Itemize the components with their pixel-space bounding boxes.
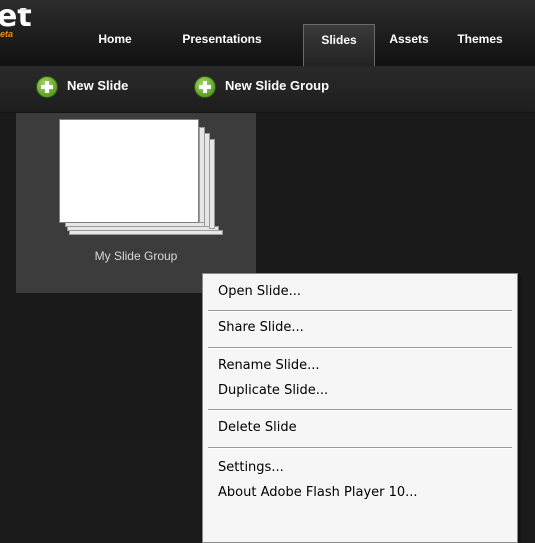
slide-group-label: My Slide Group bbox=[94, 249, 178, 263]
tab-presentations[interactable]: Presentations bbox=[155, 24, 289, 66]
menu-item-share-slide[interactable]: Share Slide... bbox=[218, 320, 304, 335]
tab-themes[interactable]: Themes bbox=[443, 24, 517, 66]
menu-separator bbox=[208, 447, 512, 449]
menu-separator bbox=[208, 310, 512, 312]
tab-home[interactable]: Home bbox=[75, 24, 155, 66]
menu-separator bbox=[208, 409, 512, 411]
stack-layer bbox=[69, 230, 223, 235]
slide-thumbnail[interactable] bbox=[59, 119, 199, 223]
new-slide-label: New Slide bbox=[67, 78, 129, 93]
new-slide-group-label: New Slide Group bbox=[225, 78, 330, 93]
menu-item-about-flash-player[interactable]: About Adobe Flash Player 10... bbox=[218, 485, 418, 500]
new-slide-group-button[interactable]: New Slide Group bbox=[194, 76, 374, 100]
tab-slides[interactable]: Slides bbox=[303, 24, 375, 66]
menu-item-open-slide[interactable]: Open Slide... bbox=[218, 284, 301, 299]
plus-circle-icon bbox=[36, 76, 58, 98]
plus-circle-icon bbox=[194, 76, 216, 98]
slides-workspace: My Slide Group Open Slide... Share Slide… bbox=[0, 113, 535, 543]
menu-item-duplicate-slide[interactable]: Duplicate Slide... bbox=[218, 383, 328, 398]
top-navigation-bar: et ™ eta Home Presentations Slides Asset… bbox=[0, 0, 535, 66]
slides-toolbar: New Slide New Slide Group bbox=[0, 66, 535, 113]
context-menu: Open Slide... Share Slide... Rename Slid… bbox=[202, 273, 518, 543]
slide-group-tile[interactable]: My Slide Group bbox=[16, 113, 256, 293]
menu-item-rename-slide[interactable]: Rename Slide... bbox=[218, 358, 320, 373]
menu-item-delete-slide[interactable]: Delete Slide bbox=[218, 420, 297, 435]
logo-trademark: ™ bbox=[20, 8, 27, 15]
app-logo[interactable]: et ™ eta bbox=[0, 8, 32, 38]
logo-subtitle: eta bbox=[0, 29, 14, 39]
new-slide-button[interactable]: New Slide bbox=[36, 76, 166, 100]
menu-separator bbox=[208, 347, 512, 349]
menu-item-settings[interactable]: Settings... bbox=[218, 460, 284, 475]
stack-layer bbox=[209, 139, 215, 229]
tab-assets[interactable]: Assets bbox=[377, 24, 441, 66]
